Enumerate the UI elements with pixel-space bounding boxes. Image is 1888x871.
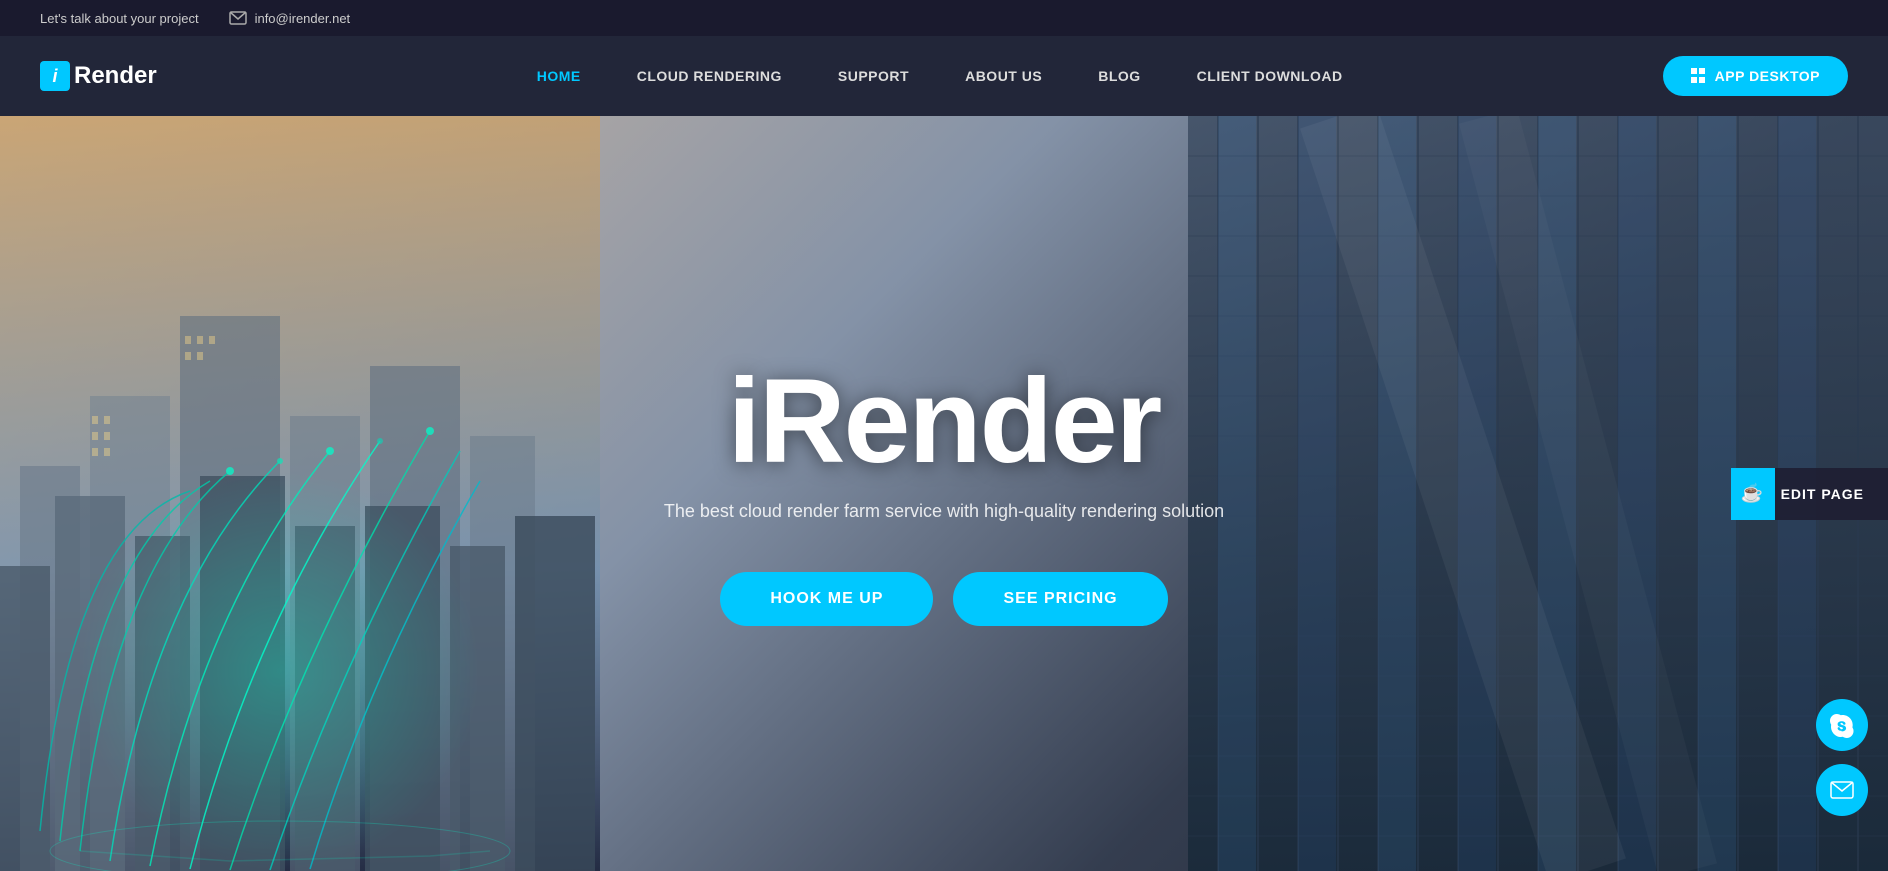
- edit-page-button[interactable]: ☕ EDIT PAGE: [1731, 468, 1888, 520]
- top-bar: Let's talk about your project info@irend…: [0, 0, 1888, 36]
- nav-blog[interactable]: BLOG: [1070, 36, 1168, 116]
- app-desktop-button[interactable]: APP DESKTOP: [1663, 56, 1848, 96]
- nav-links: HOME CLOUD RENDERING SUPPORT ABOUT US BL…: [217, 36, 1663, 116]
- see-pricing-button[interactable]: SEE PRICING: [953, 572, 1167, 626]
- email-address: info@irender.net: [255, 11, 351, 26]
- hero-subtitle: The best cloud render farm service with …: [664, 501, 1224, 522]
- skype-icon: [1829, 712, 1855, 738]
- tagline-text: Let's talk about your project: [40, 11, 199, 26]
- network-globe: [30, 371, 530, 871]
- logo[interactable]: i Render: [40, 61, 157, 91]
- logo-text: Render: [74, 62, 157, 90]
- tagline: Let's talk about your project: [40, 11, 199, 26]
- coffee-icon: ☕: [1731, 468, 1775, 520]
- skype-fab-button[interactable]: [1816, 699, 1868, 751]
- nav-client-download[interactable]: CLIENT DOWNLOAD: [1169, 36, 1371, 116]
- hero-section: iRender The best cloud render farm servi…: [0, 116, 1888, 871]
- hero-content: iRender The best cloud render farm servi…: [664, 361, 1224, 626]
- nav-support[interactable]: SUPPORT: [810, 36, 937, 116]
- hero-title: iRender: [664, 361, 1224, 481]
- logo-icon: i: [40, 61, 70, 91]
- nav-cloud-rendering[interactable]: CLOUD RENDERING: [609, 36, 810, 116]
- email-icon: [229, 11, 247, 25]
- windows-icon: [1691, 68, 1707, 84]
- email-fab-button[interactable]: [1816, 764, 1868, 816]
- nav-home[interactable]: HOME: [509, 36, 609, 116]
- nav-about-us[interactable]: ABOUT US: [937, 36, 1070, 116]
- navbar: i Render HOME CLOUD RENDERING SUPPORT AB…: [0, 36, 1888, 116]
- email-fab-icon: [1830, 781, 1854, 799]
- hook-me-up-button[interactable]: HOOK ME UP: [720, 572, 933, 626]
- email-contact[interactable]: info@irender.net: [229, 11, 351, 26]
- hero-buttons: HOOK ME UP SEE PRICING: [664, 572, 1224, 626]
